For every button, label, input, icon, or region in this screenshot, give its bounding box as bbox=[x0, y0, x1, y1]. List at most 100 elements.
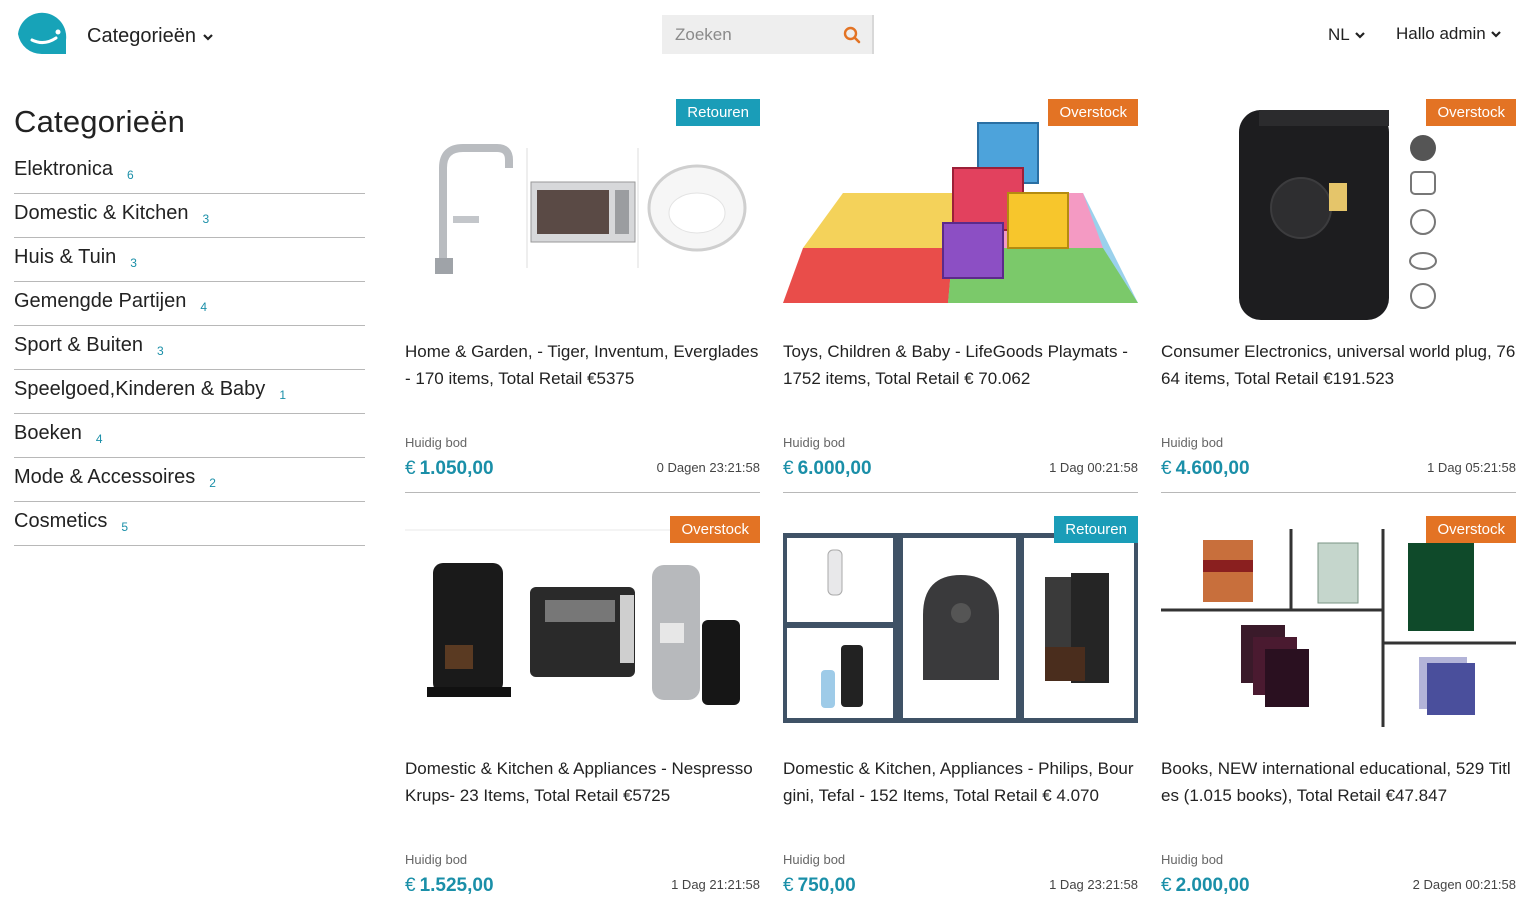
category-item[interactable]: Elektronica 6 bbox=[14, 150, 365, 194]
countdown-timer: 1 Dag 05:21:58 bbox=[1427, 460, 1516, 475]
halogen-bulb-illustration bbox=[827, 549, 843, 596]
category-label: Boeken bbox=[14, 422, 82, 444]
search-box bbox=[662, 15, 874, 54]
product-title[interactable]: Books, NEW international educational, 52… bbox=[1161, 755, 1516, 809]
currency-symbol: € bbox=[1161, 875, 1172, 896]
currency-symbol: € bbox=[405, 458, 416, 479]
logo-icon bbox=[18, 12, 67, 55]
price-value: 2.000,00 bbox=[1175, 875, 1250, 896]
divider bbox=[783, 492, 1138, 493]
category-count: 6 bbox=[126, 168, 134, 182]
category-item[interactable]: Speelgoed,Kinderen & Baby 1 bbox=[14, 370, 365, 414]
price-value: 1.050,00 bbox=[419, 458, 494, 479]
microwave-illustration bbox=[530, 181, 636, 243]
current-bid-label: Huidig bod bbox=[405, 852, 468, 867]
category-count: 3 bbox=[202, 212, 210, 226]
divider bbox=[405, 492, 760, 493]
airfryer-illustration bbox=[923, 575, 999, 680]
category-label: Cosmetics bbox=[14, 510, 108, 532]
product-image[interactable]: Retouren bbox=[783, 515, 1138, 743]
currency-symbol: € bbox=[783, 875, 794, 896]
condition-badge: Overstock bbox=[1426, 516, 1516, 543]
current-bid-price: €750,00 bbox=[783, 875, 856, 897]
currency-symbol: € bbox=[405, 875, 416, 896]
product-image[interactable]: Overstock bbox=[783, 98, 1138, 326]
category-count: 4 bbox=[95, 432, 103, 446]
condition-badge: Overstock bbox=[670, 516, 760, 543]
product-image[interactable]: Overstock bbox=[1161, 515, 1516, 743]
price-value: 1.525,00 bbox=[419, 875, 494, 896]
sidebar-title: Categorieën bbox=[14, 104, 186, 139]
price-value: 4.600,00 bbox=[1175, 458, 1250, 479]
countdown-timer: 1 Dag 23:21:58 bbox=[1049, 877, 1138, 892]
countdown-timer: 1 Dag 00:21:58 bbox=[1049, 460, 1138, 475]
category-label: Mode & Accessoires bbox=[14, 466, 196, 488]
countdown-timer: 1 Dag 21:21:58 bbox=[671, 877, 760, 892]
price-value: 750,00 bbox=[797, 875, 856, 896]
category-item[interactable]: Gemengde Partijen 4 bbox=[14, 282, 365, 326]
category-item[interactable]: Huis & Tuin 3 bbox=[14, 238, 365, 282]
currency-symbol: € bbox=[783, 458, 794, 479]
category-label: Elektronica bbox=[14, 158, 113, 180]
search-icon bbox=[843, 26, 861, 44]
user-greeting: Hallo admin bbox=[1396, 24, 1486, 43]
current-bid-label: Huidig bod bbox=[405, 435, 468, 450]
category-item[interactable]: Cosmetics 5 bbox=[14, 502, 365, 546]
product-title[interactable]: Domestic & Kitchen, Appliances - Philips… bbox=[783, 755, 1138, 809]
categories-menu-label: Categorieën bbox=[87, 25, 196, 47]
current-bid-price: €2.000,00 bbox=[1161, 875, 1250, 897]
category-count: 3 bbox=[156, 344, 164, 358]
travel-adapter-illustration bbox=[1239, 110, 1389, 320]
chevron-down-icon bbox=[1490, 31, 1501, 38]
category-count: 3 bbox=[130, 256, 137, 270]
price-value: 6.000,00 bbox=[797, 458, 872, 479]
product-title[interactable]: Consumer Electronics, universal world pl… bbox=[1161, 338, 1516, 392]
logo[interactable] bbox=[14, 10, 70, 58]
product-title[interactable]: Domestic & Kitchen & Appliances - Nespre… bbox=[405, 755, 760, 809]
current-bid-price: €6.000,00 bbox=[783, 458, 872, 480]
chevron-down-icon bbox=[1354, 32, 1365, 39]
header: Categorieën NL Hallo admin bbox=[0, 0, 1533, 72]
currency-symbol: € bbox=[1161, 458, 1172, 479]
category-item[interactable]: Mode & Accessoires 2 bbox=[14, 458, 365, 502]
category-sidebar: Categorieën Elektronica 6 Domestic & Kitc… bbox=[14, 104, 365, 546]
user-menu[interactable]: Hallo admin bbox=[1396, 24, 1502, 44]
current-bid-price: €1.050,00 bbox=[405, 458, 494, 480]
category-count: 4 bbox=[200, 300, 208, 314]
current-bid-price: €1.525,00 bbox=[405, 875, 494, 897]
current-bid-price: €4.600,00 bbox=[1161, 458, 1250, 480]
category-item[interactable]: Domestic & Kitchen 3 bbox=[14, 194, 365, 238]
categories-menu[interactable]: Categorieën bbox=[87, 25, 214, 48]
condition-badge: Overstock bbox=[1048, 99, 1138, 126]
product-image[interactable]: Overstock bbox=[1161, 98, 1516, 326]
category-label: Domestic & Kitchen bbox=[14, 202, 189, 224]
countdown-timer: 2 Dagen 00:21:58 bbox=[1412, 877, 1516, 892]
current-bid-label: Huidig bod bbox=[1161, 435, 1224, 450]
condition-badge: Overstock bbox=[1426, 99, 1516, 126]
category-label: Gemengde Partijen bbox=[14, 290, 187, 312]
condition-badge: Retouren bbox=[1054, 516, 1138, 543]
category-count: 5 bbox=[121, 520, 129, 534]
search-button[interactable] bbox=[838, 21, 866, 49]
search-input[interactable] bbox=[662, 15, 832, 54]
condition-badge: Retouren bbox=[676, 99, 760, 126]
current-bid-label: Huidig bod bbox=[783, 435, 846, 450]
product-title[interactable]: Home & Garden, - Tiger, Inventum, Evergl… bbox=[405, 338, 760, 392]
category-count: 2 bbox=[209, 476, 216, 490]
category-count: 1 bbox=[279, 388, 286, 402]
current-bid-label: Huidig bod bbox=[1161, 852, 1224, 867]
category-item[interactable]: Boeken 4 bbox=[14, 414, 365, 458]
countdown-timer: 0 Dagen 23:21:58 bbox=[656, 460, 760, 475]
current-bid-label: Huidig bod bbox=[783, 852, 846, 867]
divider bbox=[1161, 492, 1516, 493]
category-label: Huis & Tuin bbox=[14, 246, 117, 268]
coffee-maker-illustration bbox=[1045, 573, 1109, 683]
category-label: Sport & Buiten bbox=[14, 334, 143, 356]
category-item[interactable]: Sport & Buiten 3 bbox=[14, 326, 365, 370]
product-image[interactable]: Overstock bbox=[405, 515, 760, 743]
language-selector[interactable]: NL bbox=[1328, 25, 1366, 45]
chevron-down-icon bbox=[203, 33, 213, 41]
product-title[interactable]: Toys, Children & Baby - LifeGoods Playma… bbox=[783, 338, 1138, 392]
category-label: Speelgoed,Kinderen & Baby bbox=[14, 378, 266, 400]
product-image[interactable]: Retouren bbox=[405, 98, 760, 326]
